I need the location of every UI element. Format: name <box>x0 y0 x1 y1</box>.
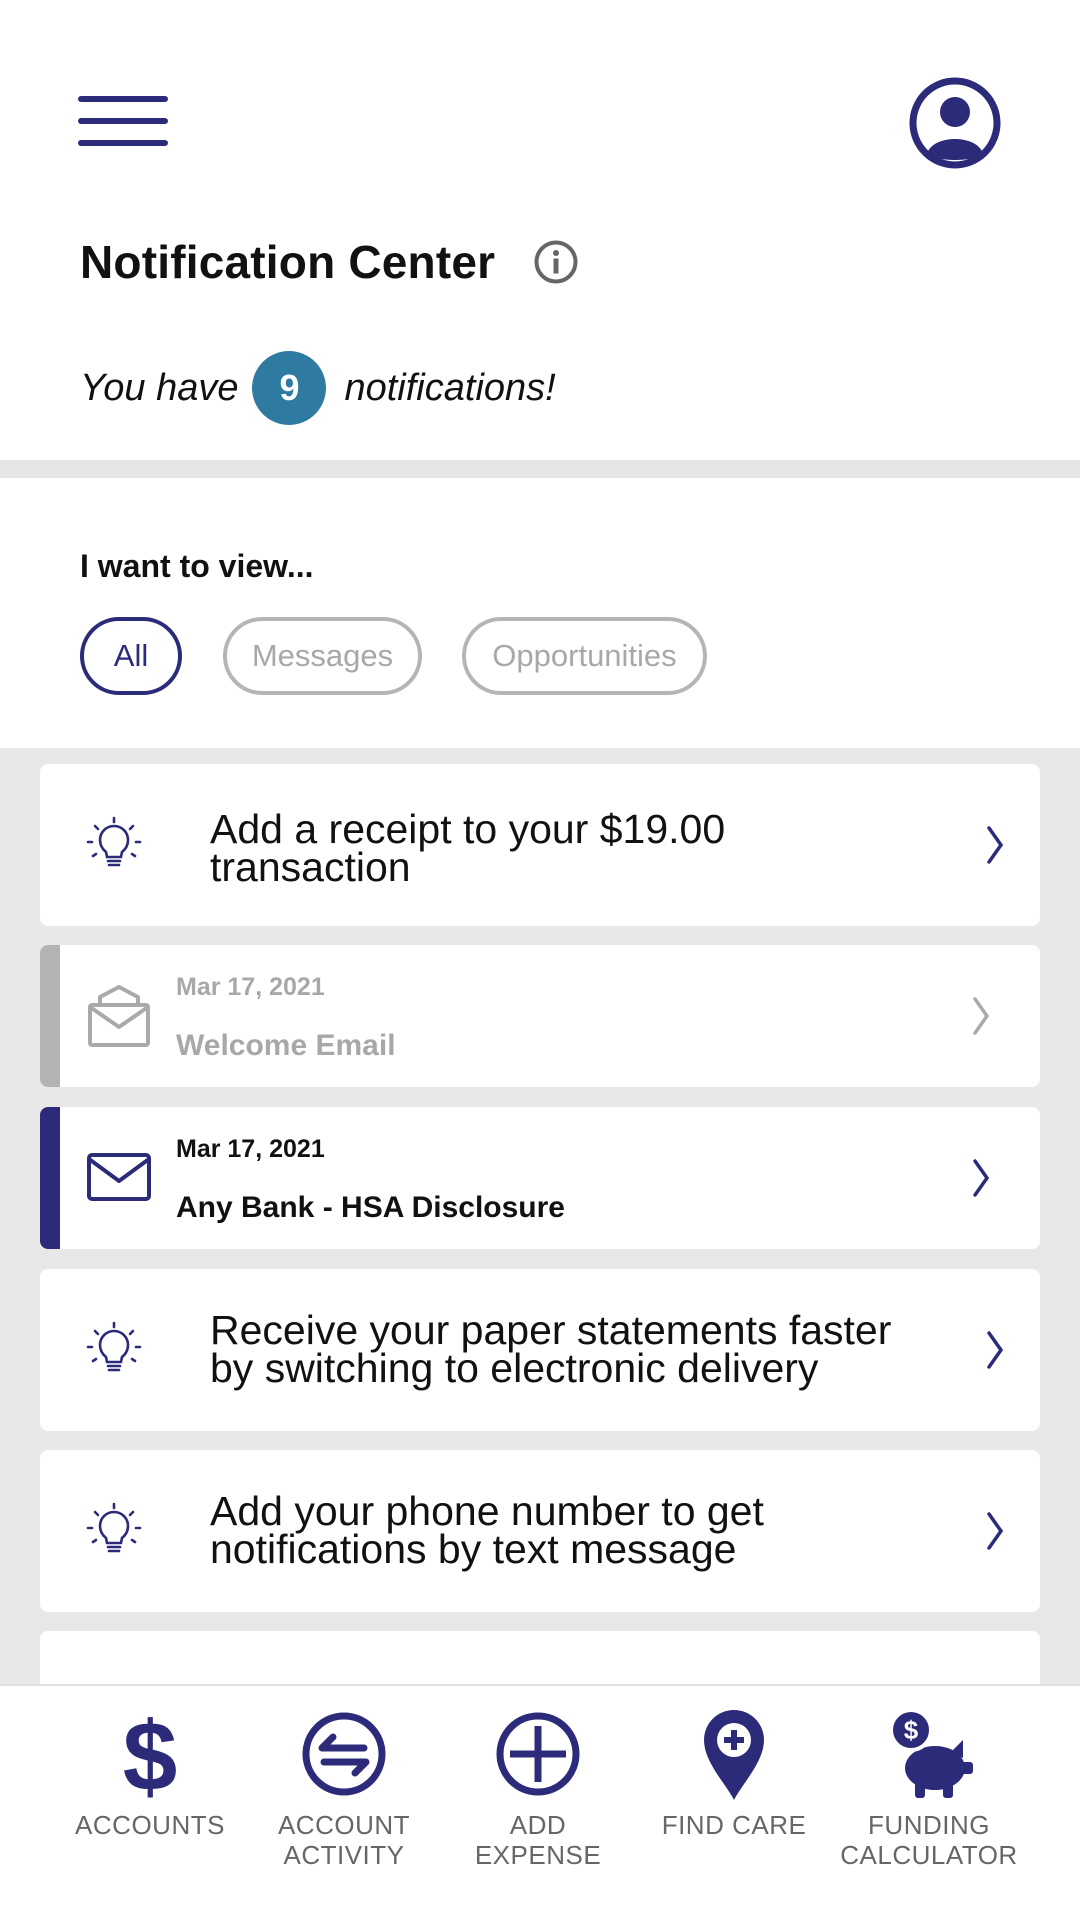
tab-label-line1: FUNDING <box>868 1810 990 1840</box>
plus-circle-icon <box>496 1712 580 1796</box>
map-pin-plus-icon <box>704 1710 764 1800</box>
tab-label-line2: CALCULATOR <box>840 1840 1018 1870</box>
svg-text:$: $ <box>123 1706 178 1802</box>
notification-date: Mar 17, 2021 <box>176 1135 325 1163</box>
filter-chip-all[interactable]: All <box>80 617 182 695</box>
envelope-open-icon <box>88 985 150 1047</box>
count-prefix: You have <box>80 366 239 409</box>
dollar-icon: $ <box>123 1706 178 1802</box>
lightbulb-icon <box>86 1502 142 1553</box>
unread-indicator <box>40 1107 60 1249</box>
notification-card-phone-number[interactable]: Add your phone number to get notificatio… <box>40 1450 1040 1612</box>
notification-title: Welcome Email <box>176 1029 396 1062</box>
tab-add-expense[interactable]: ADD EXPENSE <box>438 1686 638 1920</box>
chevron-right-icon <box>987 1331 1004 1369</box>
notification-card-paperless[interactable]: Receive your paper statements faster by … <box>40 1269 1040 1431</box>
tab-account-activity[interactable]: ACCOUNT ACTIVITY <box>244 1686 444 1920</box>
header: Notification Center You have 9 notificat… <box>0 0 1080 460</box>
notification-list: Add a receipt to your $19.00 transaction… <box>0 748 1080 1684</box>
notification-count-badge: 9 <box>252 351 327 425</box>
hamburger-menu-icon[interactable] <box>78 96 168 148</box>
notification-count-row: You have 9 notifications! <box>80 350 556 426</box>
notification-text-line2: transaction <box>210 844 411 890</box>
lightbulb-icon <box>86 1321 142 1372</box>
section-divider <box>0 460 1080 478</box>
notification-text-line1: Add your phone number to get <box>210 1488 764 1534</box>
notification-card-partial[interactable] <box>40 1631 1040 1684</box>
title-row: Notification Center <box>80 232 579 292</box>
chevron-right-icon <box>987 826 1004 864</box>
page-title: Notification Center <box>80 236 496 288</box>
chevron-right-icon <box>987 1512 1004 1550</box>
envelope-icon <box>87 1153 151 1201</box>
notification-text-line1: Receive your paper statements faster <box>210 1307 892 1353</box>
piggy-bank-icon: $ <box>889 1708 973 1798</box>
chevron-right-icon <box>973 1159 990 1197</box>
profile-avatar-icon[interactable] <box>908 76 1002 170</box>
notification-date: Mar 17, 2021 <box>176 973 325 1001</box>
notification-text: Receive your paper statements faster by … <box>210 1307 970 1391</box>
bottom-tab-bar: $ ACCOUNTS ACCOUNT ACTIVITY ADD EXPENSE <box>0 1684 1080 1920</box>
info-icon[interactable] <box>533 239 579 285</box>
filter-label: I want to view... <box>80 548 314 584</box>
read-indicator <box>40 945 60 1087</box>
notification-card-hsa-disclosure[interactable]: Mar 17, 2021 Any Bank - HSA Disclosure <box>40 1107 1040 1249</box>
count-suffix: notifications! <box>344 366 556 409</box>
tab-accounts[interactable]: $ ACCOUNTS <box>50 1686 250 1920</box>
notification-text: Add a receipt to your $19.00 transaction <box>210 806 970 890</box>
tab-label: FUNDING CALCULATOR <box>809 1810 1049 1870</box>
notification-title: Any Bank - HSA Disclosure <box>176 1191 565 1224</box>
lightbulb-icon <box>86 816 142 867</box>
chevron-right-icon <box>973 997 990 1035</box>
tab-find-care[interactable]: FIND CARE <box>634 1686 834 1920</box>
notification-text: Add your phone number to get notificatio… <box>210 1488 970 1572</box>
notification-card-receipt[interactable]: Add a receipt to your $19.00 transaction <box>40 764 1040 926</box>
filter-section: I want to view... All Messages Opportuni… <box>0 478 1080 748</box>
notification-text-line2: by switching to electronic delivery <box>210 1345 819 1391</box>
notification-text-line2: notifications by text message <box>210 1526 737 1572</box>
filter-chip-messages[interactable]: Messages <box>223 617 422 695</box>
svg-text:$: $ <box>904 1715 919 1745</box>
tab-funding-calculator[interactable]: $ FUNDING CALCULATOR <box>829 1686 1029 1920</box>
notification-card-welcome-email[interactable]: Mar 17, 2021 Welcome Email <box>40 945 1040 1087</box>
tab-label-line2: EXPENSE <box>474 1840 602 1870</box>
notification-text-line1: Add a receipt to your $19.00 <box>210 806 726 852</box>
filter-chip-opportunities[interactable]: Opportunities <box>462 617 707 695</box>
exchange-arrows-icon <box>302 1712 386 1796</box>
